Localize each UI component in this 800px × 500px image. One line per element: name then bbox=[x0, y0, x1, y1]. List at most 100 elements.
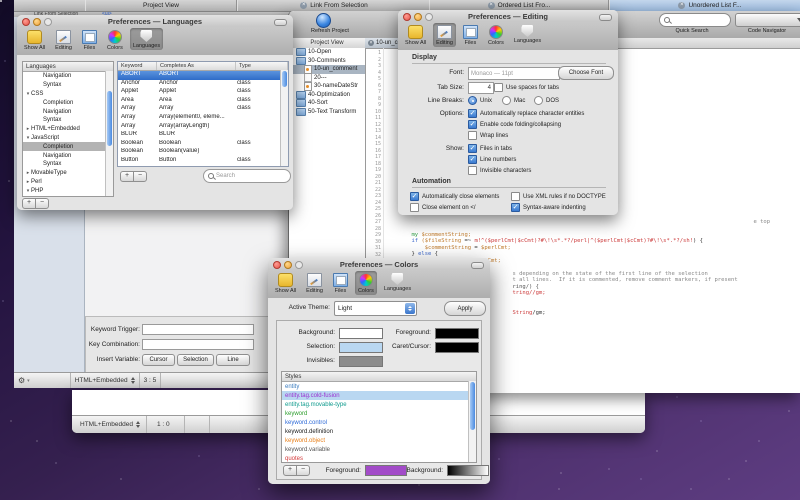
project-tree-item[interactable]: 20--- bbox=[289, 74, 365, 83]
close-icon[interactable]: × bbox=[488, 2, 495, 9]
minimize-window-icon[interactable] bbox=[414, 13, 422, 21]
styles-list-header[interactable]: Styles bbox=[282, 372, 476, 382]
toolbar-item-show-all[interactable]: Show All bbox=[272, 271, 299, 295]
toolbar-item-colors[interactable]: Colors bbox=[104, 28, 126, 52]
project-tree-item[interactable]: 30-nameDateStr bbox=[289, 82, 365, 91]
stepper-icon[interactable] bbox=[136, 421, 140, 428]
remove-language-button[interactable]: − bbox=[35, 198, 49, 209]
project-tree-item[interactable]: ▾ 30-Comments bbox=[289, 57, 365, 66]
language-list-item[interactable]: ▾ PHP bbox=[23, 186, 113, 195]
minimize-window-icon[interactable] bbox=[284, 261, 292, 269]
invisible-characters-checkbox[interactable]: ✓ Invisible characters bbox=[468, 166, 531, 175]
close-icon[interactable]: × bbox=[300, 2, 307, 9]
language-list-item[interactable]: ▾ CSS bbox=[23, 90, 113, 99]
wrap-lines-checkbox[interactable]: ✓ Wrap lines bbox=[468, 131, 508, 140]
project-tree-item[interactable]: ▸ 50-Text Transform bbox=[289, 108, 365, 117]
keyword-row[interactable]: Applet Applet class bbox=[118, 88, 288, 97]
scrollbar[interactable] bbox=[468, 381, 476, 462]
keyword-row[interactable]: Boolean Boolean class bbox=[118, 140, 288, 149]
keyword-search-input[interactable]: Search bbox=[203, 169, 291, 183]
toolbar-item-colors[interactable]: Colors bbox=[485, 23, 507, 47]
keyword-row[interactable]: Array Array(element0, eleme... bbox=[118, 114, 288, 123]
line-button[interactable]: Line bbox=[216, 354, 250, 366]
document-tab[interactable]: × Project View bbox=[85, 0, 237, 11]
language-list-item[interactable]: Completion bbox=[23, 98, 113, 107]
font-field[interactable]: Monaco — 11pt bbox=[468, 67, 560, 80]
language-list-item[interactable]: ▸ HTML+Embedded bbox=[23, 125, 113, 134]
project-tree-item[interactable]: 10-un_comment bbox=[289, 65, 365, 74]
style-item[interactable]: entity.tag.cold-fusion bbox=[282, 391, 476, 400]
style-item[interactable]: quotes bbox=[282, 454, 476, 463]
scrollbar-thumb[interactable] bbox=[282, 71, 287, 87]
style-background-swatch[interactable] bbox=[447, 465, 489, 476]
language-list-item[interactable]: Syntax bbox=[23, 116, 113, 125]
files-in-tabs-checkbox[interactable]: ✓ Files in tabs bbox=[468, 144, 512, 153]
stepper-icon[interactable] bbox=[131, 377, 135, 384]
scrollbar[interactable] bbox=[105, 71, 113, 196]
auto-close-elements-checkbox[interactable]: ✓ Automatically close elements bbox=[410, 192, 499, 201]
document-tab[interactable]: × Unordered List F... bbox=[609, 0, 800, 11]
toolbar-item-editing[interactable]: Editing bbox=[433, 23, 456, 47]
style-item[interactable]: entity.tag.movable-type bbox=[282, 400, 476, 409]
style-item[interactable]: keyword.definition bbox=[282, 427, 476, 436]
toolbar-item-languages[interactable]: Languages bbox=[511, 23, 544, 45]
scrollbar-thumb[interactable] bbox=[107, 91, 112, 146]
quick-search-input[interactable] bbox=[659, 13, 731, 27]
project-tree-item[interactable]: ▸ 40-Optimization bbox=[289, 91, 365, 100]
keyword-row[interactable]: Area Area class bbox=[118, 97, 288, 106]
close-window-icon[interactable] bbox=[22, 18, 30, 26]
scrollbar[interactable] bbox=[280, 70, 288, 166]
language-mode-popup[interactable]: HTML+Embedded bbox=[80, 421, 133, 428]
code-folding-checkbox[interactable]: ✓ Enable code folding/collapsing bbox=[468, 120, 561, 129]
column-completes-as[interactable]: Completes As bbox=[157, 62, 236, 70]
foreground-swatch[interactable] bbox=[435, 328, 479, 339]
keyword-row[interactable]: Array Array(arrayLength) bbox=[118, 123, 288, 132]
keyword-row[interactable]: ABORT ABORT bbox=[118, 71, 288, 80]
close-icon[interactable]: × bbox=[678, 2, 685, 9]
keyword-row[interactable]: Button Button class bbox=[118, 157, 288, 166]
scrollbar-thumb[interactable] bbox=[470, 382, 475, 430]
keyword-row[interactable]: Array Array class bbox=[118, 105, 288, 114]
add-keyword-button[interactable]: + bbox=[120, 171, 134, 182]
refresh-project-icon[interactable] bbox=[316, 13, 331, 28]
tab-size-input[interactable]: 4 bbox=[468, 82, 494, 94]
style-foreground-swatch[interactable] bbox=[365, 465, 407, 476]
keyword-row[interactable]: Anchor Anchor class bbox=[118, 80, 288, 89]
column-type[interactable]: Type bbox=[236, 62, 288, 70]
toolbar-item-colors[interactable]: Colors bbox=[355, 271, 377, 295]
language-list-item[interactable]: ▸ Perl bbox=[23, 178, 113, 187]
column-keyword[interactable]: Keyword bbox=[118, 62, 157, 70]
replace-entities-checkbox[interactable]: ✓ Automatically replace character entiti… bbox=[468, 109, 584, 118]
cursor-button[interactable]: Cursor bbox=[142, 354, 175, 366]
project-tree-item[interactable]: ▸ 40-Sort bbox=[289, 99, 365, 108]
collapse-pill-icon[interactable] bbox=[599, 14, 612, 21]
close-element-checkbox[interactable]: ✓ Close element on </ bbox=[410, 203, 476, 212]
toolbar-item-languages[interactable]: Languages bbox=[130, 28, 163, 50]
xml-rules-checkbox[interactable]: ✓ Use XML rules if no DOCTYPE bbox=[511, 192, 606, 201]
language-list-item[interactable]: Syntax bbox=[23, 81, 113, 90]
language-list-item[interactable]: Navigation bbox=[23, 151, 113, 160]
code-navigator-dropdown[interactable] bbox=[735, 13, 800, 27]
close-window-icon[interactable] bbox=[273, 261, 281, 269]
style-item[interactable]: keyword.object bbox=[282, 436, 476, 445]
language-list-item[interactable]: Navigation bbox=[23, 107, 113, 116]
toolbar-item-editing[interactable]: Editing bbox=[303, 271, 326, 295]
spaces-for-tabs-checkbox[interactable]: ✓ Use spaces for tabs bbox=[494, 83, 559, 92]
style-item[interactable]: keyword bbox=[282, 409, 476, 418]
toolbar-item-files[interactable]: Files bbox=[79, 28, 100, 52]
radio-dos[interactable]: DOS bbox=[534, 96, 559, 105]
caret-cursor-swatch[interactable] bbox=[435, 342, 479, 353]
keyword-trigger-input[interactable] bbox=[142, 324, 254, 335]
add-language-button[interactable]: + bbox=[22, 198, 36, 209]
toolbar-item-files[interactable]: Files bbox=[460, 23, 481, 47]
close-icon[interactable]: × bbox=[368, 40, 374, 46]
theme-dropdown[interactable]: Light bbox=[334, 301, 417, 316]
toolbar-item-languages[interactable]: Languages bbox=[381, 271, 414, 293]
line-numbers-checkbox[interactable]: ✓ Line numbers bbox=[468, 155, 516, 164]
radio-unix[interactable]: Unix bbox=[468, 96, 492, 105]
key-combination-input[interactable] bbox=[142, 339, 254, 350]
add-style-button[interactable]: + bbox=[283, 465, 297, 476]
minimize-window-icon[interactable] bbox=[33, 18, 41, 26]
radio-mac[interactable]: Mac bbox=[502, 96, 525, 105]
remove-keyword-button[interactable]: − bbox=[133, 171, 147, 182]
